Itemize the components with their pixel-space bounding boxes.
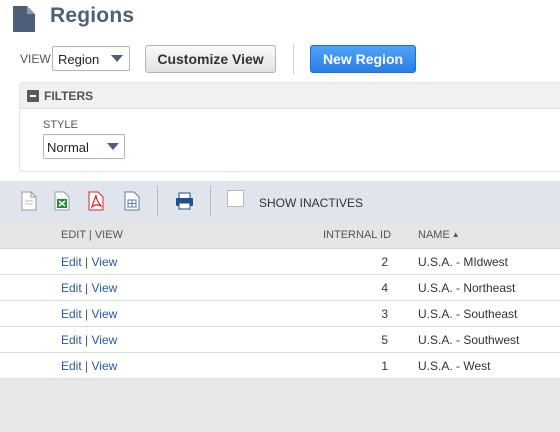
view-select-value: Region <box>58 52 100 67</box>
edit-link[interactable]: Edit <box>61 359 82 373</box>
page-icon <box>13 6 35 32</box>
excel-export-icon[interactable] <box>54 191 70 211</box>
link-separator: | <box>85 281 89 295</box>
toolbar-divider <box>210 186 211 216</box>
internal-id-cell: 5 <box>381 333 388 347</box>
link-separator: | <box>85 333 89 347</box>
toolbar-divider <box>157 186 158 216</box>
pdf-export-icon[interactable] <box>88 191 104 211</box>
view-label: VIEW <box>20 52 51 66</box>
internal-id-cell: 3 <box>381 307 388 321</box>
internal-id-cell: 1 <box>381 359 388 373</box>
internal-id-cell: 2 <box>381 255 388 269</box>
new-region-button[interactable]: New Region <box>310 45 416 73</box>
show-inactives-label: SHOW INACTIVES <box>259 196 364 210</box>
filters-panel: FILTERS STYLE Normal <box>19 82 560 172</box>
print-icon[interactable] <box>175 191 194 211</box>
view-link[interactable]: View <box>92 281 118 295</box>
edit-link[interactable]: Edit <box>61 307 82 321</box>
column-name-label: NAME <box>418 229 450 241</box>
name-cell: U.S.A. - Southwest <box>418 333 520 347</box>
collapse-icon[interactable] <box>27 90 39 102</box>
style-select-value: Normal <box>47 140 89 155</box>
edit-link[interactable]: Edit <box>61 255 82 269</box>
chevron-down-icon <box>111 55 123 62</box>
title-bar: Regions <box>0 0 560 38</box>
internal-id-cell: 4 <box>381 281 388 295</box>
column-edit-view: EDIT | VIEW <box>61 229 123 241</box>
name-cell: U.S.A. - West <box>418 359 491 373</box>
show-inactives-checkbox[interactable] <box>227 190 244 207</box>
table-empty-area <box>0 379 560 432</box>
style-select[interactable]: Normal <box>43 134 125 159</box>
view-link[interactable]: View <box>92 307 118 321</box>
link-separator: | <box>85 255 89 269</box>
name-cell: U.S.A. - Southeast <box>418 307 518 321</box>
view-link[interactable]: View <box>92 255 118 269</box>
table-row: Edit | View 2 U.S.A. - MIdwest <box>0 249 560 275</box>
link-separator: | <box>85 307 89 321</box>
view-row: VIEW Region Customize View New Region <box>0 44 560 76</box>
table-row: Edit | View 4 U.S.A. - Northeast <box>0 275 560 301</box>
list-toolbar: SHOW INACTIVES <box>0 181 560 221</box>
column-name[interactable]: NAME ▲ <box>418 229 460 241</box>
name-cell: U.S.A. - Northeast <box>418 281 516 295</box>
view-link[interactable]: View <box>92 333 118 347</box>
document-export-icon[interactable] <box>21 191 37 211</box>
table-row: Edit | View 1 U.S.A. - West <box>0 353 560 379</box>
chevron-down-icon <box>107 143 119 150</box>
edit-link[interactable]: Edit <box>61 333 82 347</box>
table-header: EDIT | VIEW INTERNAL ID NAME ▲ <box>0 221 560 249</box>
divider <box>293 44 294 74</box>
link-separator: | <box>85 359 89 373</box>
table-row: Edit | View 3 U.S.A. - Southeast <box>0 301 560 327</box>
sort-ascending-icon: ▲ <box>451 230 460 239</box>
edit-link[interactable]: Edit <box>61 281 82 295</box>
view-link[interactable]: View <box>92 359 118 373</box>
customize-view-button[interactable]: Customize View <box>145 45 276 73</box>
table-row: Edit | View 5 U.S.A. - Southwest <box>0 327 560 353</box>
filters-title: FILTERS <box>44 89 94 103</box>
csv-export-icon[interactable] <box>124 191 140 211</box>
filters-header[interactable]: FILTERS <box>20 83 560 109</box>
view-select[interactable]: Region <box>52 46 130 71</box>
column-internal-id[interactable]: INTERNAL ID <box>323 229 391 241</box>
name-cell: U.S.A. - MIdwest <box>418 255 509 269</box>
style-label: STYLE <box>43 119 78 131</box>
page-title: Regions <box>50 4 135 27</box>
